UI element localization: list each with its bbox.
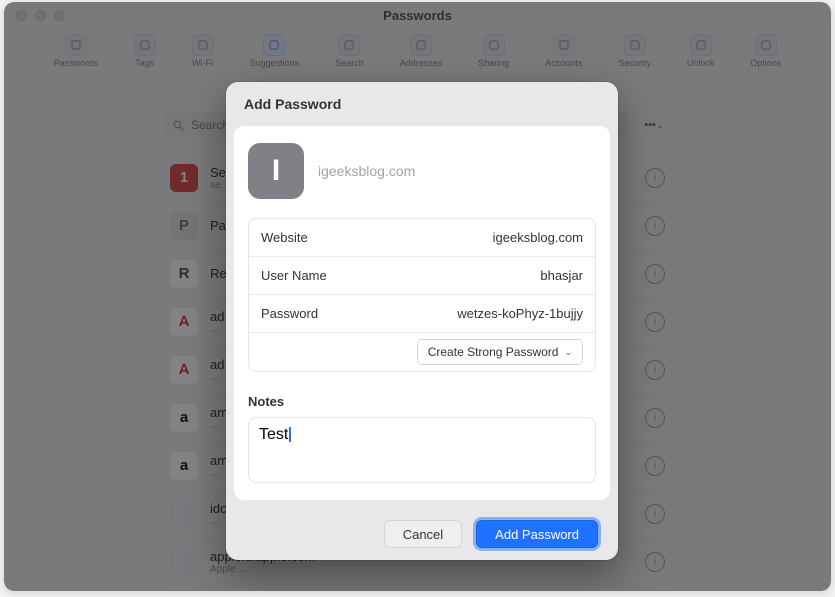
strong-password-row: Create Strong Password ⌄ xyxy=(249,333,595,371)
notes-field[interactable]: Test xyxy=(248,417,596,483)
create-strong-password-button[interactable]: Create Strong Password ⌄ xyxy=(417,339,583,365)
sheet-title: Add Password xyxy=(226,82,618,126)
site-favicon-placeholder: I xyxy=(248,143,304,199)
username-row[interactable]: User Name xyxy=(249,257,595,295)
notes-heading: Notes xyxy=(248,394,596,409)
website-row[interactable]: Website xyxy=(249,219,595,257)
site-name-input[interactable] xyxy=(318,163,596,179)
add-password-button[interactable]: Add Password xyxy=(476,520,598,548)
add-password-sheet: Add Password I Website User Name Passwor… xyxy=(226,82,618,560)
password-input[interactable] xyxy=(318,306,583,321)
passwords-window: Passwords Passwords Tags Wi-Fi Suggestio… xyxy=(4,2,831,591)
create-strong-password-label: Create Strong Password xyxy=(428,345,559,359)
notes-text: Test xyxy=(259,426,288,443)
sheet-footer: Cancel Add Password xyxy=(226,508,618,560)
text-caret xyxy=(289,427,291,442)
username-label: User Name xyxy=(261,268,327,283)
sheet-body: I Website User Name Password xyxy=(234,126,610,500)
password-label: Password xyxy=(261,306,318,321)
website-label: Website xyxy=(261,230,308,245)
website-input[interactable] xyxy=(308,230,583,245)
username-input[interactable] xyxy=(327,268,583,283)
credential-form: Website User Name Password Create Strong… xyxy=(248,218,596,372)
cancel-button[interactable]: Cancel xyxy=(384,520,462,548)
identity-row: I xyxy=(248,138,596,204)
chevron-down-icon: ⌄ xyxy=(564,347,572,358)
password-row[interactable]: Password xyxy=(249,295,595,333)
